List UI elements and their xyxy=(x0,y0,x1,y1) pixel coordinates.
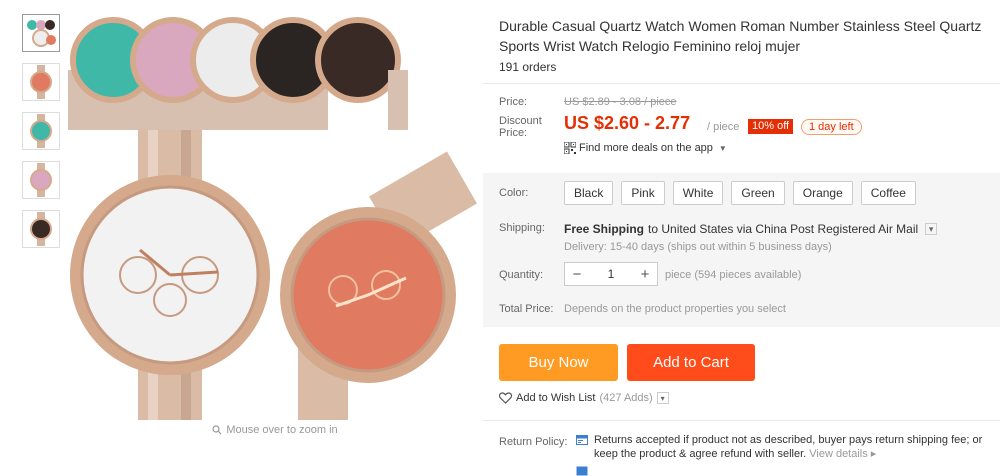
thumbnail-item[interactable] xyxy=(22,161,60,199)
add-to-cart-button[interactable]: Add to Cart xyxy=(627,344,755,381)
discount-badge: 10% off xyxy=(748,119,794,134)
wish-count: (427 Adds) xyxy=(599,392,653,404)
guarantee-icon xyxy=(576,466,588,476)
color-option-green[interactable]: Green xyxy=(731,181,785,205)
color-option-orange[interactable]: Orange xyxy=(792,181,853,205)
free-shipping-text: Free Shipping xyxy=(564,222,645,236)
app-deals-link[interactable]: Find more deals on the app ▼ xyxy=(564,142,727,154)
watch-thumbnail-icon xyxy=(27,20,56,47)
watch-thumbnail-icon xyxy=(30,114,52,148)
color-options: Black Pink White Green Orange Coffee xyxy=(564,181,916,205)
thumbnail-list xyxy=(22,14,64,259)
chevron-down-icon: ▼ xyxy=(718,143,727,153)
qr-code-icon xyxy=(564,142,576,154)
total-price-label: Total Price: xyxy=(499,303,554,315)
product-title: Durable Casual Quartz Watch Women Roman … xyxy=(499,18,982,54)
quantity-label: Quantity: xyxy=(499,269,544,281)
quantity-decrease-button[interactable]: − xyxy=(565,266,589,283)
thumbnail-item[interactable] xyxy=(22,14,60,52)
original-price: US $2.89 - 3.08 / piece xyxy=(564,96,677,108)
color-label: Color: xyxy=(499,187,529,199)
color-option-coffee[interactable]: Coffee xyxy=(860,181,916,205)
color-option-white[interactable]: White xyxy=(672,181,724,205)
top-watch-row xyxy=(68,17,408,130)
product-properties: Color: Black Pink White Green Orange Cof… xyxy=(483,173,1000,327)
zoom-hint-text: Mouse over to zoom in xyxy=(226,424,338,436)
thumbnail-item[interactable] xyxy=(22,112,60,150)
watch-product-image xyxy=(68,17,477,420)
total-price-value: Depends on the product properties you se… xyxy=(564,303,786,315)
view-details-text: View details xyxy=(809,448,868,460)
return-policy-label: Return Policy: xyxy=(499,436,568,448)
magnifier-icon xyxy=(212,425,222,435)
divider xyxy=(483,420,1000,421)
color-option-pink[interactable]: Pink xyxy=(621,181,665,205)
return-policy-icon xyxy=(576,435,588,445)
color-option-black[interactable]: Black xyxy=(564,181,614,205)
view-details-link[interactable]: View details ▸ xyxy=(809,448,876,460)
shipping-destination: to United States via China Post Register… xyxy=(648,222,919,236)
zoom-hint: Mouse over to zoom in xyxy=(68,424,482,436)
shipping-method[interactable]: Free Shipping to United States via China… xyxy=(564,222,938,236)
discount-price-label: Discount Price: xyxy=(499,115,542,139)
quantity-stepper: − 1 + xyxy=(564,262,658,286)
quantity-input[interactable]: 1 xyxy=(589,267,633,281)
thumbnail-item[interactable] xyxy=(22,210,60,248)
divider xyxy=(483,83,1000,84)
app-deals-text: Find more deals on the app xyxy=(579,142,713,154)
chevron-down-icon[interactable]: ▾ xyxy=(656,392,669,404)
quantity-increase-button[interactable]: + xyxy=(633,266,657,283)
thumbnail-item[interactable] xyxy=(22,63,60,101)
return-policy-description: Returns accepted if product not as descr… xyxy=(594,434,983,460)
order-count: 191 orders xyxy=(499,60,557,74)
quantity-available: piece (594 pieces available) xyxy=(665,269,802,281)
price-label: Price: xyxy=(499,96,528,108)
watch-thumbnail-icon xyxy=(30,65,52,99)
days-left-badge: 1 day left xyxy=(801,119,862,135)
main-product-image[interactable] xyxy=(68,10,482,420)
heart-icon xyxy=(499,392,512,404)
discount-price: US $2.60 - 2.77 xyxy=(564,113,691,133)
watch-thumbnail-icon xyxy=(30,212,52,246)
watch-thumbnail-icon xyxy=(30,163,52,197)
shipping-label: Shipping: xyxy=(499,222,545,234)
buy-now-button[interactable]: Buy Now xyxy=(499,344,618,381)
add-to-wish-list[interactable]: Add to Wish List (427 Adds) ▾ xyxy=(499,392,669,404)
product-detail: Durable Casual Quartz Watch Women Roman … xyxy=(483,0,1000,476)
price-unit: / piece xyxy=(707,121,740,133)
return-policy-text: Returns accepted if product not as descr… xyxy=(594,433,984,461)
delivery-time: Delivery: 15-40 days (ships out within 5… xyxy=(564,241,832,253)
chevron-down-icon[interactable]: ▾ xyxy=(925,223,938,235)
wish-list-label: Add to Wish List xyxy=(516,392,596,404)
